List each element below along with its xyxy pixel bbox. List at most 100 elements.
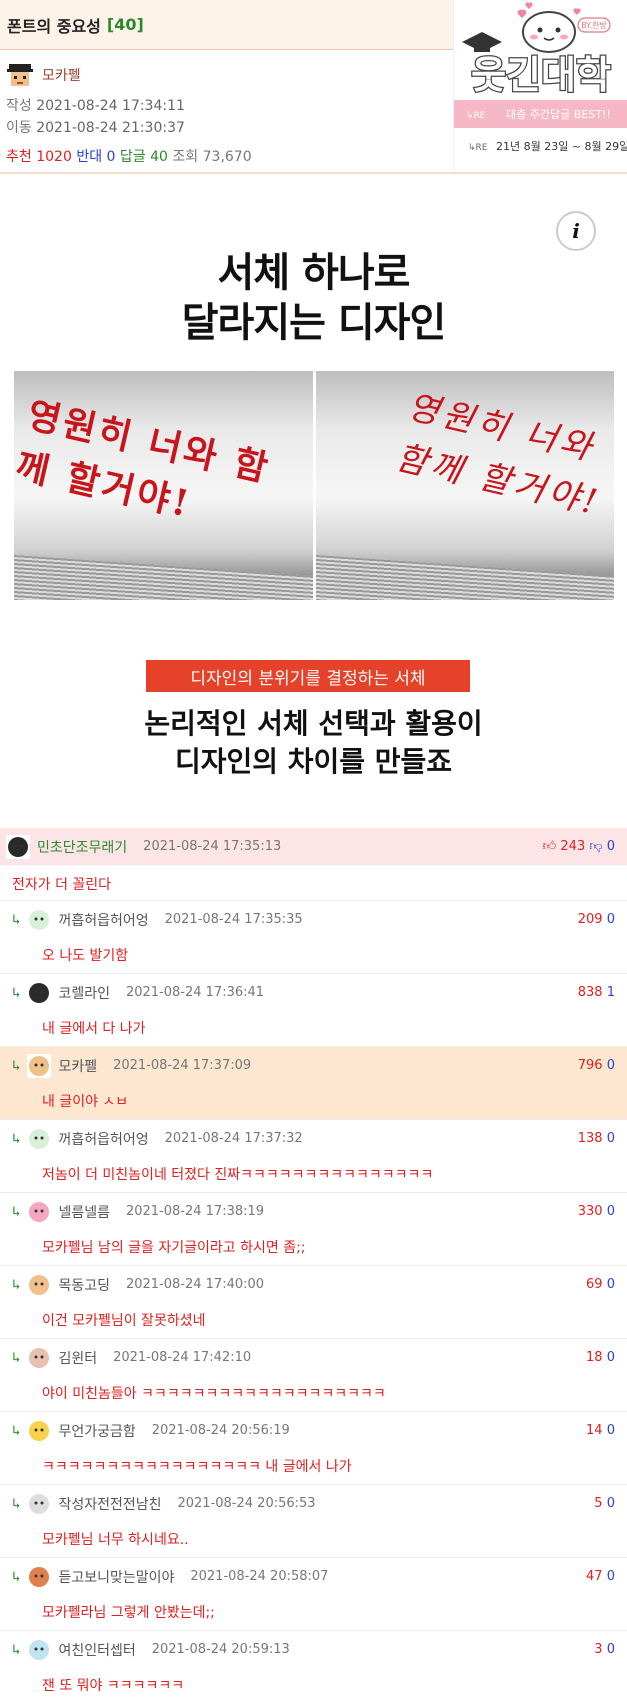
top-comment: 민초단조무래기 2021-08-24 17:35:13 👍︎ 243 👎︎ 0 전자가… xyxy=(0,828,627,901)
title-bar: 폰트의 중요성 [40] xyxy=(0,0,453,50)
moved-label: 이동 xyxy=(6,120,32,136)
upvote-count[interactable]: 47 xyxy=(586,1569,603,1584)
comment-avatar[interactable] xyxy=(27,907,52,932)
comment-nickname[interactable]: 꺼흡허읍허어엉 xyxy=(58,910,148,930)
reply-comment: ↳ 넬름넬름 2021-08-24 17:38:19 330 0 모카펠님 남의 글을 … xyxy=(0,1193,627,1266)
caption-line-1: 논리적인 서체 선택과 활용이 xyxy=(144,707,483,740)
upvote-count[interactable]: 69 xyxy=(586,1277,603,1292)
comment-avatar[interactable] xyxy=(27,1345,52,1370)
comment-count[interactable]: [40] xyxy=(107,15,144,34)
recommend-label: 추천 xyxy=(6,149,32,165)
comment-date: 2021-08-24 20:56:19 xyxy=(151,1423,290,1438)
comment-nickname[interactable]: 모카펠 xyxy=(58,1056,97,1076)
comment-avatar[interactable] xyxy=(6,834,30,859)
downvote-count[interactable]: 0 xyxy=(607,1423,615,1438)
downvote-count[interactable]: 0 xyxy=(607,839,615,854)
upvote-count[interactable]: 5 xyxy=(594,1496,602,1511)
downvote-count[interactable]: 0 xyxy=(607,1642,615,1657)
comment-avatar[interactable] xyxy=(27,1418,52,1443)
comment-votes: 3 0 xyxy=(594,1642,615,1657)
comment-nickname[interactable]: 꺼흡허읍허어엉 xyxy=(58,1129,148,1149)
thumbs-down-icon[interactable]: 👎︎ xyxy=(589,839,602,854)
downvote-count[interactable]: 1 xyxy=(607,985,615,1000)
logo-sub-prefix: ↳RE xyxy=(466,111,486,121)
post-stats: 추천 1020 반대 0 답글 40 조회 73,670 xyxy=(6,146,252,166)
comment-votes: 5 0 xyxy=(594,1496,615,1511)
upvote-count[interactable]: 209 xyxy=(578,912,603,927)
comment-votes: 838 1 xyxy=(578,985,615,1000)
reply-arrow-icon: ↳ xyxy=(12,984,21,1001)
reply-comment: ↳ 모카펠 2021-08-24 17:37:09 796 0 내 글이야 ㅅㅂ xyxy=(0,1047,627,1120)
comment-header: 민초단조무래기 2021-08-24 17:35:13 👍︎ 243 👎︎ 0 xyxy=(0,828,627,865)
comment-avatar[interactable] xyxy=(27,1272,52,1297)
downvote-count[interactable]: 0 xyxy=(607,1496,615,1511)
comment-nickname[interactable]: 작성자전전전남친 xyxy=(58,1494,161,1514)
upvote-count[interactable]: 18 xyxy=(586,1350,603,1365)
thumbs-up-icon[interactable]: 👍︎ xyxy=(543,839,557,854)
comment-body: 이건 모카펠님이 잘못하셨네 xyxy=(42,1313,206,1329)
downvote-count[interactable]: 0 xyxy=(607,912,615,927)
comment-header: ↳ 목동고딩 2021-08-24 17:40:00 69 0 xyxy=(0,1266,627,1303)
comment-avatar[interactable] xyxy=(27,1199,52,1224)
upvote-count[interactable]: 14 xyxy=(586,1423,603,1438)
downvote-count[interactable]: 0 xyxy=(607,1131,615,1146)
oppose-label: 반대 xyxy=(76,149,103,165)
comment-avatar[interactable] xyxy=(27,1637,52,1662)
comment-nickname[interactable]: 여친인터셉터 xyxy=(58,1640,135,1660)
author-avatar xyxy=(6,61,34,89)
comment-header: ↳ 코렐라인 2021-08-24 17:36:41 838 1 xyxy=(0,974,627,1011)
comment-header: ↳ 김윈터 2021-08-24 17:42:10 18 0 xyxy=(0,1339,627,1376)
post-header: 폰트의 중요성 [40] 모카펠 작성 2021-08-24 17:34:11 … xyxy=(0,0,453,172)
comment-avatar[interactable] xyxy=(27,1564,52,1589)
comment-body: 모카펠님 남의 글을 자기글이라고 하시면 좀;; xyxy=(42,1240,306,1256)
upvote-count[interactable]: 838 xyxy=(578,985,603,1000)
comment-avatar[interactable] xyxy=(27,1491,52,1516)
upvote-count[interactable]: 138 xyxy=(578,1131,603,1146)
comment-avatar[interactable] xyxy=(27,980,52,1005)
downvote-count[interactable]: 0 xyxy=(607,1350,615,1365)
site-logo[interactable]: BY.한방 웃긴대학 ↳RE 대충 주간답글 BEST!! ↳RE 21년 8월… xyxy=(453,0,627,172)
author-name[interactable]: 모카펠 xyxy=(42,65,81,85)
logo-art: BY.한방 웃긴대학 ↳RE 대충 주간답글 BEST!! ↳RE 21년 8월… xyxy=(454,2,627,153)
upvote-count[interactable]: 243 xyxy=(560,839,585,854)
comment-nickname[interactable]: 듣고보니맞는말이야 xyxy=(58,1567,174,1587)
oppose-count: 0 xyxy=(106,149,116,165)
comment-nickname[interactable]: 목동고딩 xyxy=(58,1275,110,1295)
comment-avatar[interactable] xyxy=(27,1053,52,1078)
recommend-count: 1020 xyxy=(36,149,72,165)
author-row[interactable]: 모카펠 xyxy=(6,61,81,89)
comment-date: 2021-08-24 17:37:32 xyxy=(164,1131,303,1146)
reply-arrow-icon: ↳ xyxy=(12,1641,21,1658)
header-divider xyxy=(0,172,627,174)
reply-comment: ↳ 여친인터셉터 2021-08-24 20:59:13 3 0 잰 또 뭐야 ㅋㅋㅋㅋ… xyxy=(0,1631,627,1701)
downvote-count[interactable]: 0 xyxy=(607,1569,615,1584)
upvote-count[interactable]: 3 xyxy=(594,1642,602,1657)
comment-body: 저놈이 더 미친놈이네 터졌다 진짜ㅋㅋㅋㅋㅋㅋㅋㅋㅋㅋㅋㅋㅋㅋㅋ xyxy=(42,1167,434,1183)
downvote-count[interactable]: 0 xyxy=(607,1204,615,1219)
comment-votes: 138 0 xyxy=(578,1131,615,1146)
comment-votes: 209 0 xyxy=(578,912,615,927)
reply-arrow-icon: ↳ xyxy=(12,1422,21,1439)
comment-header: ↳ 꺼흡허읍허어엉 2021-08-24 17:37:32 138 0 xyxy=(0,1120,627,1157)
bold-font-text: 영원히 너와 함께 할거야! xyxy=(14,393,275,526)
comment-nickname[interactable]: 김윈터 xyxy=(58,1348,97,1368)
comment-avatar[interactable] xyxy=(27,1126,52,1151)
downvote-count[interactable]: 0 xyxy=(607,1277,615,1292)
comment-nickname[interactable]: 넬름넬름 xyxy=(58,1202,110,1222)
comment-header: ↳ 여친인터셉터 2021-08-24 20:59:13 3 0 xyxy=(0,1631,627,1668)
comment-nickname[interactable]: 코렐라인 xyxy=(58,983,110,1003)
upvote-count[interactable]: 330 xyxy=(578,1204,603,1219)
reply-arrow-icon: ↳ xyxy=(12,1276,21,1293)
downvote-count[interactable]: 0 xyxy=(607,1058,615,1073)
comment-nickname[interactable]: 민초단조무래기 xyxy=(37,837,127,857)
upvote-count[interactable]: 796 xyxy=(578,1058,603,1073)
comment-body: 잰 또 뭐야 ㅋㅋㅋㅋㅋㅋ xyxy=(42,1678,185,1694)
reply-arrow-icon: ↳ xyxy=(12,1568,21,1585)
post-title: 폰트의 중요성 xyxy=(7,16,101,36)
comment-body: 모카펠라님 그렇게 안봤는데;; xyxy=(42,1605,215,1621)
comment-date: 2021-08-24 17:38:19 xyxy=(125,1204,265,1219)
reply-comment: ↳ 김윈터 2021-08-24 17:42:10 18 0 야이 미친놈들아 ㅋㅋㅋㅋ… xyxy=(0,1339,627,1412)
comment-nickname[interactable]: 무언가궁금함 xyxy=(58,1421,135,1441)
reply-arrow-icon: ↳ xyxy=(12,1203,21,1220)
logo-range: 21년 8월 23일 ~ 8월 29일 xyxy=(496,139,627,153)
